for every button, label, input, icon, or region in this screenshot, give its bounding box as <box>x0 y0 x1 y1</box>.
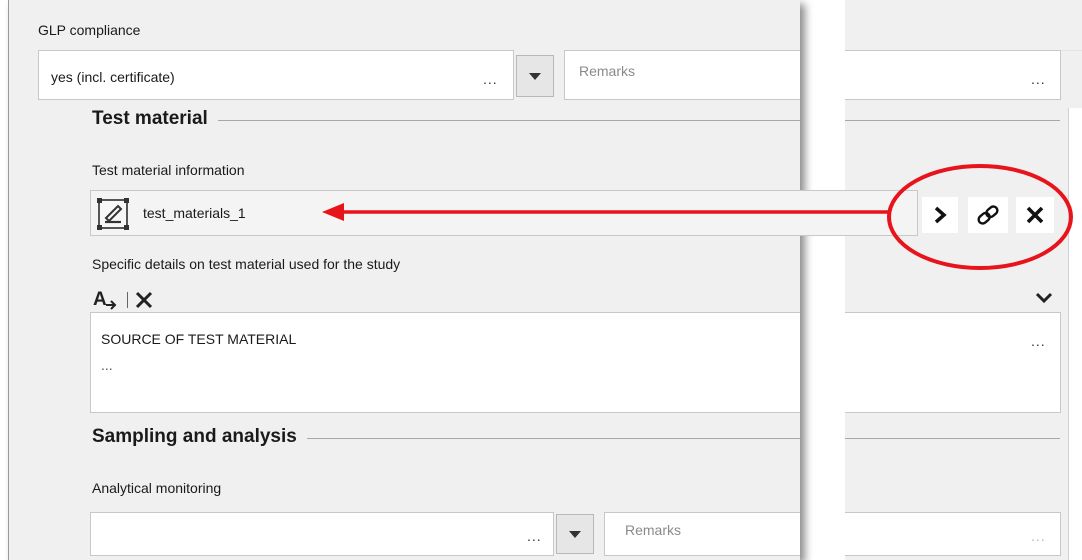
annotation-arrowhead <box>322 203 344 221</box>
annotation-overlay <box>322 164 1073 270</box>
annotation-circle <box>887 164 1073 270</box>
